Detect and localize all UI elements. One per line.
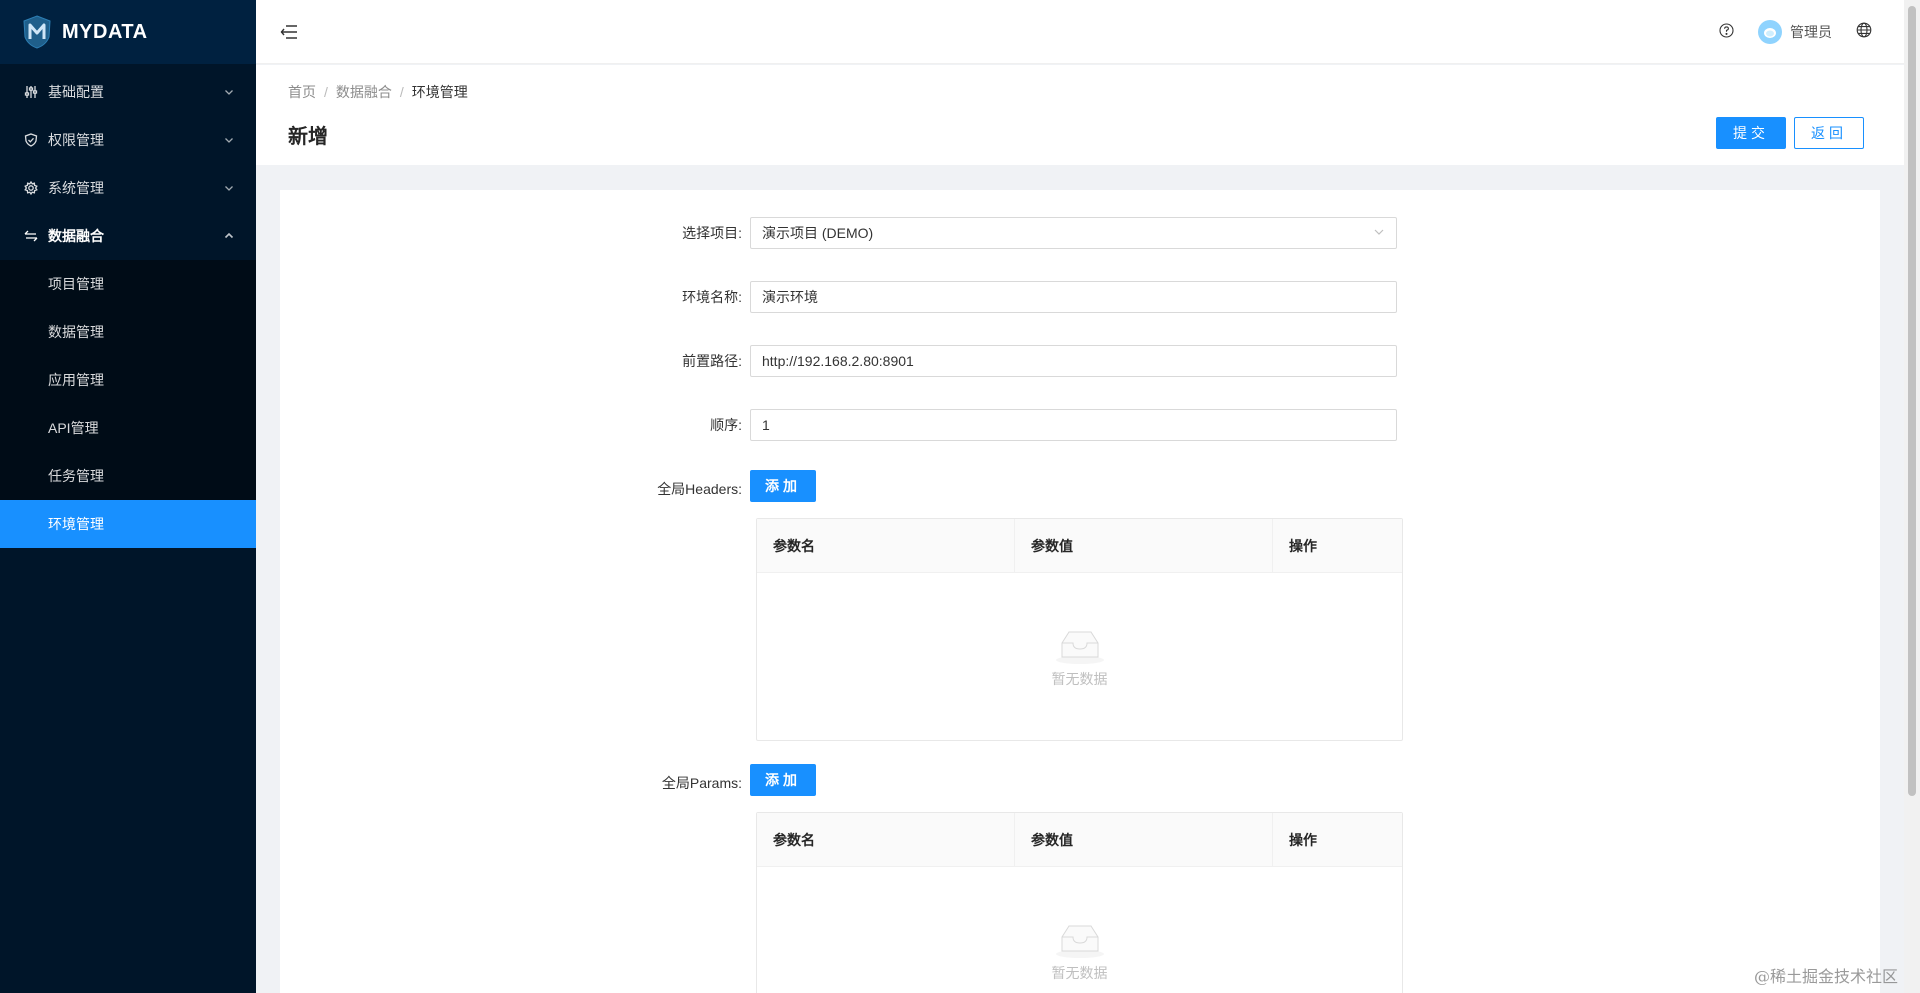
sidebar-item-system[interactable]: 系统管理	[0, 164, 256, 212]
sidebar-item-permissions[interactable]: 权限管理	[0, 116, 256, 164]
chevron-down-icon	[1373, 225, 1385, 241]
params-label: 全局Params:	[661, 775, 742, 791]
order-value: 1	[762, 417, 770, 433]
form-row-project: 选择项目: 演示项目 (DEMO)	[280, 217, 1880, 249]
user-menu[interactable]: 管理员	[1746, 0, 1844, 64]
breadcrumb-data-fusion[interactable]: 数据融合	[336, 82, 392, 102]
sidebar-item-data-fusion[interactable]: 数据融合	[0, 212, 256, 260]
project-select-value: 演示项目 (DEMO)	[762, 225, 874, 241]
sidebar-item-label: 系统管理	[48, 180, 104, 196]
sidebar-menu: 基础配置 权限管理 系统管理 数据融合 项目管理 数据管理 应用管理 API管理…	[0, 64, 256, 548]
form-row-env-name: 环境名称: 演示环境	[280, 281, 1880, 313]
sidebar-item-apps[interactable]: 应用管理	[0, 356, 256, 404]
avatar	[1758, 19, 1782, 44]
sidebar-item-api[interactable]: API管理	[0, 404, 256, 452]
breadcrumb-separator: /	[324, 84, 328, 100]
sidebar: MYDATA 基础配置 权限管理 系统管理 数据融合 项目管理 数据管理 应用管…	[0, 0, 256, 993]
header-actions: 管理员	[1707, 0, 1884, 64]
question-circle-icon	[1719, 22, 1734, 41]
sidebar-item-tasks[interactable]: 任务管理	[0, 452, 256, 500]
scrollbar-thumb[interactable]	[1908, 6, 1916, 796]
project-label: 选择项目:	[682, 225, 742, 241]
form-row-params: 全局Params: 添加	[280, 764, 1880, 802]
form-card: 选择项目: 演示项目 (DEMO) 环境名称: 演示环境 前置路径: http:…	[280, 190, 1880, 993]
project-select[interactable]: 演示项目 (DEMO)	[750, 217, 1397, 249]
column-header: 参数值	[1015, 813, 1273, 867]
breadcrumb-separator: /	[399, 84, 404, 100]
table-empty: 暂无数据	[757, 573, 1402, 740]
sidebar-item-label: 权限管理	[48, 132, 104, 148]
sidebar-item-basic-config[interactable]: 基础配置	[0, 68, 256, 116]
env-name-value: 演示环境	[762, 289, 818, 305]
sidebar-item-projects[interactable]: 项目管理	[0, 260, 256, 308]
inbox-empty-icon	[1052, 919, 1108, 959]
logo-mark-icon	[22, 15, 52, 49]
chevron-down-icon	[224, 135, 234, 145]
inbox-empty-icon	[1052, 625, 1108, 665]
submit-button[interactable]: 提交	[1716, 117, 1786, 149]
order-label: 顺序:	[710, 417, 742, 433]
form-row-base-path: 前置路径: http://192.168.2.80:8901	[280, 345, 1880, 377]
breadcrumb-home[interactable]: 首页	[288, 82, 316, 102]
globe-icon	[1856, 22, 1872, 41]
breadcrumb-current: 环境管理	[411, 84, 468, 100]
swap-icon	[24, 229, 38, 243]
column-header: 参数值	[1015, 519, 1273, 573]
sidebar-item-label: 数据融合	[48, 228, 104, 244]
base-path-value: http://192.168.2.80:8901	[762, 353, 914, 369]
page-scrollbar[interactable]	[1904, 0, 1920, 993]
back-button[interactable]: 返回	[1794, 117, 1864, 149]
empty-text: 暂无数据	[1051, 670, 1108, 687]
table-header: 参数名 参数值 操作	[757, 813, 1402, 867]
column-header: 操作	[1289, 832, 1317, 848]
column-header: 参数名	[757, 519, 1015, 573]
env-name-label: 环境名称:	[682, 289, 742, 305]
table-header: 参数名 参数值 操作	[757, 519, 1402, 573]
sidebar-item-label: 基础配置	[48, 84, 104, 100]
base-path-input[interactable]: http://192.168.2.80:8901	[750, 345, 1397, 377]
help-button[interactable]	[1707, 0, 1746, 64]
sidebar-item-data[interactable]: 数据管理	[0, 308, 256, 356]
chevron-up-icon	[224, 231, 234, 241]
user-name: 管理员	[1790, 23, 1832, 40]
headers-label: 全局Headers:	[657, 481, 742, 497]
chevron-down-icon	[224, 87, 234, 97]
headers-table: 参数名 参数值 操作 暂无数据	[756, 518, 1403, 741]
menu-fold-icon[interactable]	[280, 22, 300, 42]
breadcrumb: 首页 / 数据融合 / 环境管理	[288, 82, 468, 102]
add-param-button[interactable]: 添加	[750, 764, 816, 796]
logo-text: MYDATA	[62, 20, 148, 43]
logo[interactable]: MYDATA	[0, 0, 256, 64]
submenu-data-fusion: 项目管理 数据管理 应用管理 API管理 任务管理 环境管理	[0, 260, 256, 548]
env-name-input[interactable]: 演示环境	[750, 281, 1397, 313]
table-empty: 暂无数据	[757, 867, 1402, 993]
sidebar-item-environments[interactable]: 环境管理	[0, 500, 256, 548]
watermark: @稀土掘金技术社区	[1753, 967, 1898, 986]
page-title: 新增	[288, 126, 328, 148]
column-header: 参数名	[757, 813, 1015, 867]
params-table: 参数名 参数值 操作 暂无数据	[756, 812, 1403, 993]
page-actions: 提交 返回	[1716, 117, 1864, 149]
sliders-icon	[24, 85, 38, 99]
column-header: 操作	[1289, 538, 1317, 554]
language-button[interactable]	[1844, 0, 1884, 64]
top-header: 管理员	[256, 0, 1904, 64]
form-row-order: 顺序: 1	[280, 409, 1880, 441]
page-header: 首页 / 数据融合 / 环境管理 新增 提交 返回	[256, 65, 1904, 165]
add-header-button[interactable]: 添加	[750, 470, 816, 502]
gear-icon	[24, 181, 38, 195]
empty-text: 暂无数据	[1051, 964, 1108, 981]
order-input[interactable]: 1	[750, 409, 1397, 441]
shield-icon	[24, 133, 38, 147]
base-path-label: 前置路径:	[682, 353, 742, 369]
form-row-headers: 全局Headers: 添加	[280, 470, 1880, 508]
chevron-down-icon	[224, 183, 234, 193]
